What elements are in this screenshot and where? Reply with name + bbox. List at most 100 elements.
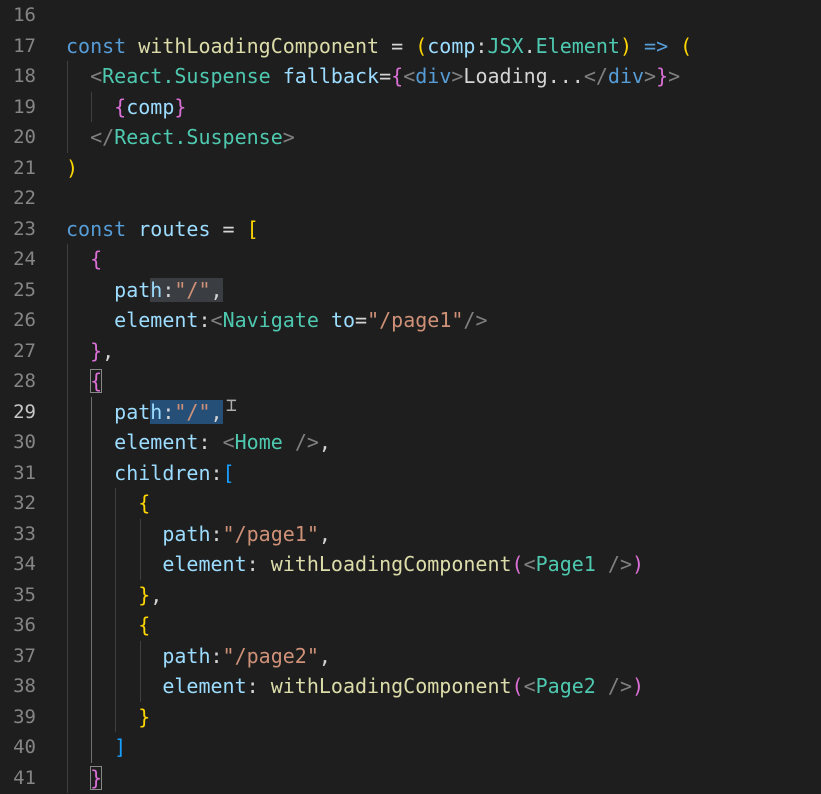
code-line[interactable]: 37 path:"/page2", <box>0 641 821 672</box>
code-text[interactable]: </React.Suspense> <box>66 122 295 153</box>
code-token: { <box>90 247 103 271</box>
code-text[interactable]: path:"/page1", <box>66 519 331 550</box>
code-text[interactable]: element: <Home />, <box>66 427 331 458</box>
code-token: ( <box>511 674 524 698</box>
code-line[interactable]: 20 </React.Suspense> <box>0 122 821 153</box>
code-line[interactable]: 17 const withLoadingComponent = (comp:JSX… <box>0 31 821 62</box>
code-text[interactable]: { <box>66 366 103 397</box>
code-text[interactable]: } <box>66 763 103 794</box>
code-line[interactable]: 26 element:<Navigate to="/page1"/> <box>0 305 821 336</box>
code-text[interactable]: path:"/", <box>66 275 223 306</box>
line-number: 17 <box>13 34 36 57</box>
code-line[interactable]: 40 ] <box>0 732 821 763</box>
code-line[interactable]: 31 children:[ <box>0 458 821 489</box>
code-line[interactable]: 39 } <box>0 702 821 733</box>
code-line[interactable]: 18 <React.Suspense fallback={<div>Loadin… <box>0 61 821 92</box>
code-text[interactable]: { <box>66 610 150 641</box>
code-line[interactable]: 28 { <box>0 366 821 397</box>
code-text[interactable]: { <box>66 244 102 275</box>
code-token: React.Suspense <box>102 64 271 88</box>
code-line[interactable]: 35 }, <box>0 580 821 611</box>
code-token: /> <box>595 674 632 698</box>
code-line[interactable]: 38 element: withLoadingComponent(<Page2 … <box>0 671 821 702</box>
code-token: ( <box>415 33 428 58</box>
code-token: element <box>162 552 247 576</box>
code-line[interactable]: 41 } <box>0 763 821 794</box>
code-text[interactable]: element: withLoadingComponent(<Page1 />) <box>66 549 644 580</box>
code-token: Page2 <box>535 674 596 698</box>
code-text[interactable]: path:"/", <box>66 397 223 428</box>
line-number: 25 <box>13 278 36 301</box>
code-line[interactable]: 21) <box>0 153 821 184</box>
code-token: > <box>282 125 295 149</box>
code-token: < <box>523 674 536 698</box>
code-token: , <box>210 277 223 302</box>
code-line[interactable]: 33 path:"/page1", <box>0 519 821 550</box>
code-line[interactable]: 25 path:"/", <box>0 275 821 306</box>
code-text[interactable]: path:"/page2", <box>66 641 331 672</box>
code-line[interactable]: 22 <box>0 183 821 214</box>
code-token: : <box>210 460 223 485</box>
code-token: comp <box>126 94 175 119</box>
code-line[interactable]: 32 { <box>0 488 821 519</box>
code-line[interactable]: 30 element: <Home />, <box>0 427 821 458</box>
line-number: 28 <box>13 370 36 392</box>
line-number: 29 <box>13 400 36 423</box>
code-token: h:"/", <box>150 399 223 424</box>
code-text[interactable]: ) <box>66 153 78 184</box>
code-token: routes <box>138 216 211 241</box>
code-token: pat <box>114 277 151 302</box>
code-line[interactable]: 23 const routes = [ <box>0 214 821 245</box>
code-text[interactable]: }, <box>66 336 114 367</box>
line-number: 31 <box>13 461 36 484</box>
code-text[interactable]: const withLoadingComponent = (comp:JSX.E… <box>66 31 692 62</box>
code-token: JSX <box>487 33 524 58</box>
code-editor[interactable]: 16 17 const withLoadingComponent = (comp:J… <box>0 0 821 794</box>
code-text[interactable]: children:[ <box>66 458 234 489</box>
code-line[interactable]: 19 {comp} <box>0 92 821 123</box>
code-token: } <box>656 64 669 88</box>
code-text[interactable]: ] <box>66 732 126 763</box>
code-token: </ <box>90 125 115 149</box>
code-text[interactable]: const routes = [ <box>66 214 259 245</box>
code-text[interactable]: {comp} <box>66 92 186 123</box>
code-line[interactable]: 36 { <box>0 610 821 641</box>
code-token: , <box>210 399 223 424</box>
line-number: 22 <box>13 187 36 209</box>
code-text[interactable]: <React.Suspense fallback={<div>Loading..… <box>66 61 680 92</box>
line-number: 39 <box>13 705 36 728</box>
code-token: => <box>644 33 669 58</box>
code-line[interactable]: 16 <box>0 0 821 31</box>
code-text[interactable]: element:<Navigate to="/page1"/> <box>66 305 487 336</box>
code-text[interactable]: } <box>66 702 150 733</box>
line-number: 18 <box>13 65 36 87</box>
code-line[interactable]: 34 element: withLoadingComponent(<Page1 … <box>0 549 821 580</box>
line-number: 38 <box>13 675 36 697</box>
code-token: h <box>150 277 163 302</box>
code-token: = <box>210 216 247 241</box>
code-token: < <box>403 64 416 88</box>
code-token: ) <box>619 33 632 58</box>
code-token: < <box>90 64 103 88</box>
code-token: const <box>66 216 139 241</box>
code-line[interactable]: 24 { <box>0 244 821 275</box>
line-number: 30 <box>13 431 36 453</box>
code-text[interactable]: { <box>66 488 150 519</box>
code-text[interactable]: }, <box>66 580 162 611</box>
line-number: 34 <box>13 553 36 575</box>
line-number: 40 <box>13 736 36 758</box>
code-token: h:"/", <box>150 277 223 302</box>
code-token: , <box>318 643 331 668</box>
code-token: "/page1" <box>367 308 464 332</box>
code-line[interactable]: 27 }, <box>0 336 821 367</box>
code-token: withLoadingComponent <box>270 552 512 576</box>
code-token: , <box>150 582 163 607</box>
code-line[interactable]: 29 path:"/", <box>0 397 821 428</box>
code-text[interactable]: element: withLoadingComponent(<Page2 />) <box>66 671 644 702</box>
